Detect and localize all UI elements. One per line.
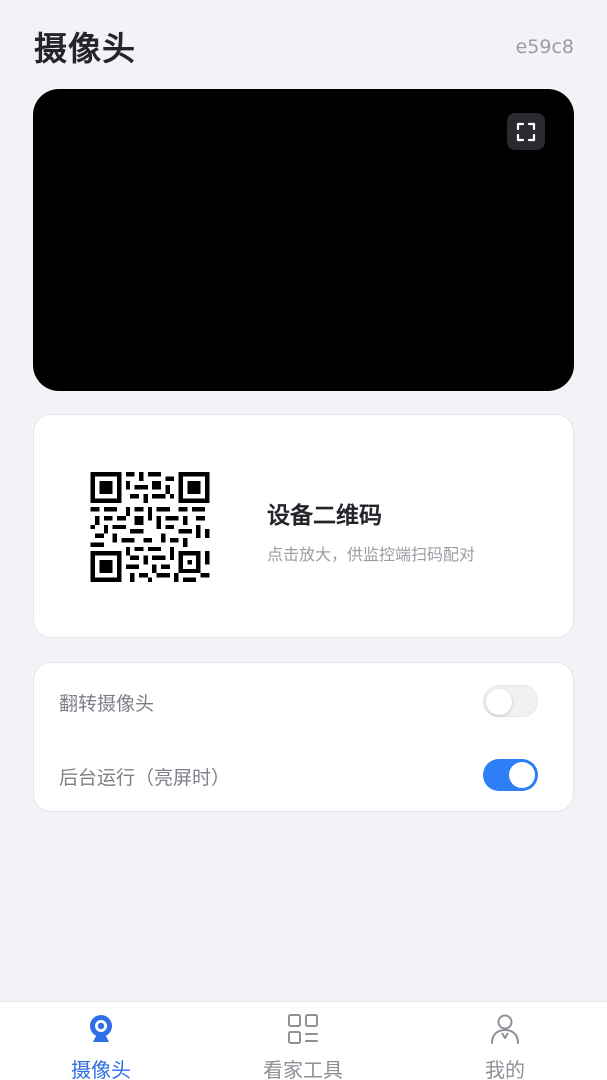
setting-label: 翻转摄像头 xyxy=(59,693,155,715)
bottom-nav: 摄像头 看家工具 我的 xyxy=(0,1001,607,1080)
qr-card[interactable]: 设备二维码 点击放大，供监控端扫码配对 xyxy=(33,414,574,638)
nav-item-camera[interactable]: 摄像头 xyxy=(0,1002,202,1080)
grid-tools-icon xyxy=(288,1014,318,1044)
header: 摄像头 e59c8 xyxy=(0,0,607,80)
fullscreen-icon xyxy=(516,122,536,141)
nav-item-tools[interactable]: 看家工具 xyxy=(202,1002,404,1080)
qr-card-subtitle: 点击放大，供监控端扫码配对 xyxy=(267,545,476,564)
setting-row-flip-camera: 翻转摄像头 xyxy=(34,671,575,731)
nav-label: 我的 xyxy=(485,1058,525,1080)
settings-card: 翻转摄像头 后台运行（亮屏时） xyxy=(33,662,574,812)
nav-label: 看家工具 xyxy=(263,1058,343,1080)
page-title: 摄像头 xyxy=(34,29,136,68)
flip-camera-toggle[interactable] xyxy=(483,685,538,717)
nav-label: 摄像头 xyxy=(71,1058,131,1080)
fullscreen-button[interactable] xyxy=(507,113,545,150)
device-id: e59c8 xyxy=(515,36,574,58)
person-icon xyxy=(491,1014,519,1044)
qr-code-image[interactable] xyxy=(89,472,211,582)
camera-preview[interactable] xyxy=(33,89,574,391)
setting-row-background-run: 后台运行（亮屏时） xyxy=(34,745,575,805)
toggle-knob xyxy=(486,689,512,715)
toggle-knob xyxy=(509,762,535,788)
nav-item-mine[interactable]: 我的 xyxy=(404,1002,606,1080)
background-run-toggle[interactable] xyxy=(483,759,538,791)
qr-card-title: 设备二维码 xyxy=(267,503,382,529)
camera-icon xyxy=(90,1015,112,1042)
setting-label: 后台运行（亮屏时） xyxy=(59,767,231,789)
